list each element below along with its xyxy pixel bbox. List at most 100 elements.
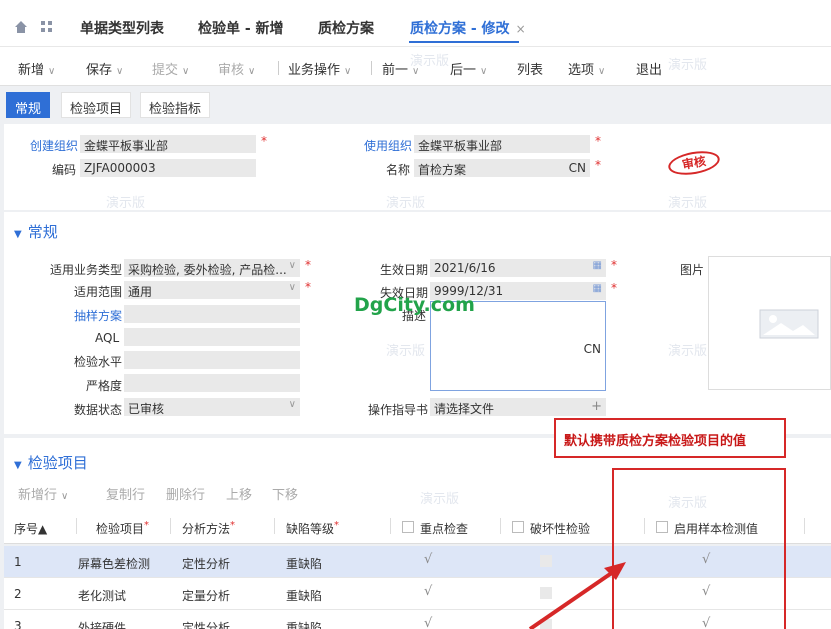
watermark: 演示版 — [106, 196, 146, 211]
use-org-field[interactable]: 金蝶平板事业部 — [414, 135, 590, 153]
data-status-value: 已审核 — [128, 402, 165, 416]
name-field[interactable]: 首检方案 CN — [414, 159, 590, 177]
tab-qc-plan[interactable]: 质检方案 — [318, 18, 374, 38]
scope-select[interactable]: 通用 ∨ — [124, 281, 300, 299]
toolbar-button-label: 新增 — [18, 63, 45, 78]
column-header[interactable]: 检验项目* — [96, 520, 149, 537]
close-icon[interactable]: × — [516, 22, 526, 36]
inspection-level-field[interactable] — [124, 351, 300, 369]
home-icon[interactable] — [14, 20, 28, 34]
items-action-button[interactable]: 上移 — [226, 484, 252, 503]
check-icon[interactable]: √ — [424, 584, 432, 599]
column-header[interactable]: 重点检查 — [420, 520, 468, 537]
toolbar-button[interactable]: 列表 — [517, 59, 543, 78]
items-action-label: 删除行 — [166, 488, 206, 503]
required-mark: * — [595, 158, 601, 172]
effective-date-field[interactable]: 2021/6/16 ▦ — [430, 259, 606, 277]
tab-inspection-items[interactable]: 检验项目 — [61, 92, 132, 118]
column-checkbox[interactable] — [402, 521, 414, 533]
create-org-label[interactable]: 创建组织 — [30, 137, 78, 154]
tab-inspection-new[interactable]: 检验单 - 新增 — [198, 18, 284, 38]
calendar-icon[interactable]: ▦ — [593, 283, 602, 294]
watermark: 演示版 — [420, 492, 460, 507]
items-action-button[interactable]: 下移 — [272, 484, 298, 503]
aql-field[interactable] — [124, 328, 300, 346]
items-action-button[interactable]: 新增行 ∨ — [18, 484, 68, 503]
toolbar-button[interactable]: 保存 ∨ — [86, 59, 123, 78]
app-grid-icon[interactable] — [40, 20, 54, 34]
calendar-icon[interactable]: ▦ — [593, 260, 602, 271]
toolbar-button[interactable]: 新增 ∨ — [18, 59, 55, 78]
column-header[interactable]: 分析方法* — [182, 520, 235, 537]
column-checkbox[interactable] — [512, 521, 524, 533]
tab-general[interactable]: 常规 — [6, 92, 51, 118]
language-tag[interactable]: CN — [569, 161, 586, 175]
toolbar-button[interactable]: 提交 ∨ — [152, 59, 189, 78]
toolbar-button-label: 业务操作 — [288, 63, 341, 78]
chevron-down-icon[interactable]: ∨ — [116, 66, 123, 77]
table-cell-method[interactable]: 定量分析 — [182, 587, 230, 604]
chevron-down-icon[interactable]: ∨ — [248, 66, 255, 77]
tab-qc-plan-edit[interactable]: 质检方案 - 修改 × — [410, 18, 526, 38]
items-section-title[interactable]: ▼ 检验项目 — [14, 452, 88, 473]
toolbar-button[interactable]: 退出 — [636, 59, 662, 78]
watermark: 演示版 — [386, 196, 426, 211]
toolbar-button-label: 提交 — [152, 63, 179, 78]
add-icon[interactable]: + — [591, 399, 602, 414]
column-header-label: 重点检查 — [420, 522, 469, 536]
toolbar-button[interactable]: 选项 ∨ — [568, 59, 605, 78]
sampling-plan-field[interactable] — [124, 305, 300, 323]
create-org-field[interactable]: 金蝶平板事业部 — [80, 135, 256, 153]
column-divider — [76, 518, 77, 534]
code-field[interactable]: ZJFA000003 — [80, 159, 256, 177]
watermark: 演示版 — [668, 344, 708, 359]
required-mark: * — [230, 520, 236, 531]
guide-file-field[interactable]: 请选择文件 + — [430, 398, 606, 416]
sampling-plan-label[interactable]: 抽样方案 — [74, 307, 122, 324]
tab-doc-type-list[interactable]: 单据类型列表 — [80, 18, 164, 38]
column-divider — [390, 518, 391, 534]
table-cell-item[interactable]: 老化测试 — [78, 587, 126, 604]
toolbar-button[interactable]: 业务操作 ∨ — [288, 59, 351, 78]
image-box[interactable] — [708, 256, 831, 390]
required-mark: * — [261, 134, 267, 148]
chevron-down-icon[interactable]: ∨ — [344, 66, 351, 77]
collapse-icon: ▼ — [14, 460, 22, 471]
language-tag[interactable]: CN — [584, 342, 601, 356]
table-cell-level[interactable]: 重缺陷 — [286, 555, 322, 572]
table-cell-method[interactable]: 定性分析 — [182, 555, 230, 572]
form-tabs: 常规 检验项目 检验指标 — [0, 86, 831, 122]
items-action-label: 复制行 — [106, 488, 146, 503]
table-cell-item[interactable]: 屏幕色差检测 — [78, 555, 150, 572]
toolbar-button[interactable]: 审核 ∨ — [218, 59, 255, 78]
table-cell-no[interactable]: 1 — [14, 555, 22, 569]
table-cell-level[interactable]: 重缺陷 — [286, 619, 322, 629]
chevron-down-icon[interactable]: ∨ — [182, 66, 189, 77]
toolbar-divider — [278, 61, 279, 75]
column-header-label: 检验项目 — [96, 522, 145, 536]
strictness-field[interactable] — [124, 374, 300, 392]
general-section-title[interactable]: ▼ 常规 — [14, 221, 58, 242]
table-cell-item[interactable]: 外接硬件 — [78, 619, 126, 629]
chevron-down-icon[interactable]: ∨ — [598, 66, 605, 77]
items-action-button[interactable]: 删除行 — [166, 484, 205, 503]
check-icon[interactable]: √ — [424, 552, 432, 567]
tab-inspection-indicators[interactable]: 检验指标 — [140, 92, 211, 118]
use-org-label[interactable]: 使用组织 — [364, 137, 412, 154]
check-icon[interactable]: √ — [424, 616, 432, 629]
chevron-down-icon[interactable]: ∨ — [48, 66, 55, 77]
chevron-down-icon[interactable]: ∨ — [480, 66, 487, 77]
items-action-button[interactable]: 复制行 — [106, 484, 145, 503]
chevron-down-icon[interactable]: ∨ — [61, 491, 68, 502]
table-cell-method[interactable]: 定性分析 — [182, 619, 230, 629]
toolbar-button[interactable]: 后一 ∨ — [450, 59, 487, 78]
column-header[interactable]: 破坏性检验 — [530, 520, 590, 537]
table-cell-level[interactable]: 重缺陷 — [286, 587, 322, 604]
table-cell-no[interactable]: 2 — [14, 587, 22, 601]
column-header[interactable]: 缺陷等级* — [286, 520, 339, 537]
strictness-label: 严格度 — [86, 379, 123, 393]
biz-type-select[interactable]: 采购检验, 委外检验, 产品检... ∨ — [124, 259, 300, 277]
column-header[interactable]: 序号▲ — [14, 520, 47, 537]
data-status-select[interactable]: 已审核 ∨ — [124, 398, 300, 416]
table-cell-no[interactable]: 3 — [14, 619, 22, 629]
